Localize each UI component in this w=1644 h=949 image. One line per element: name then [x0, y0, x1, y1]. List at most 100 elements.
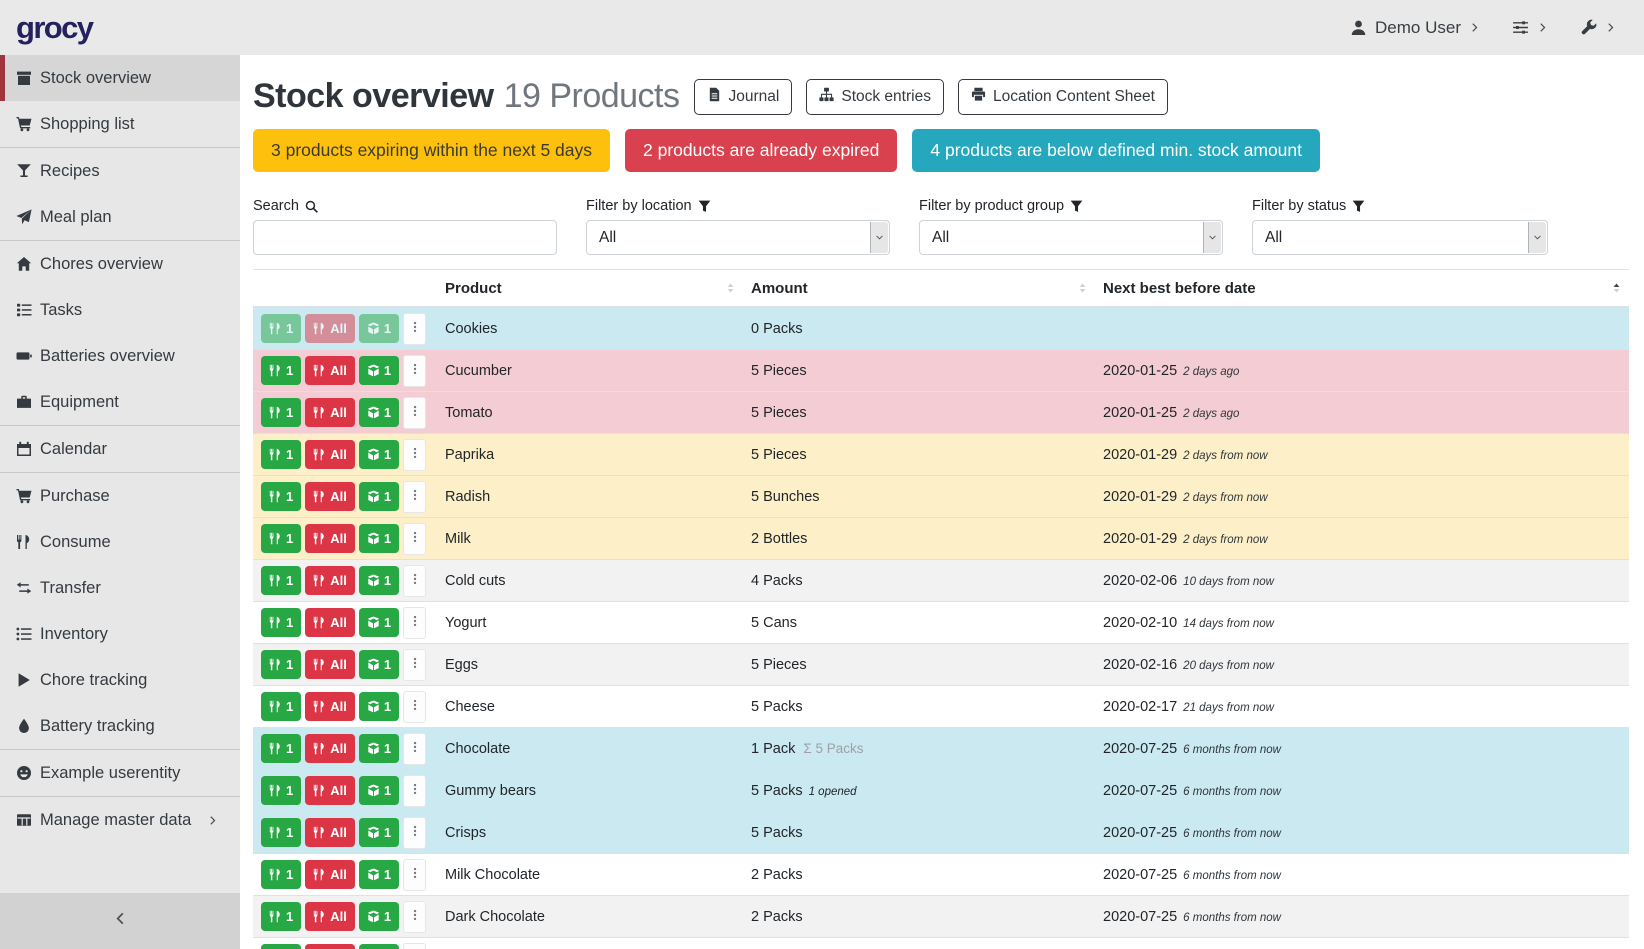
expired-alert[interactable]: 2 products are already expired — [625, 129, 897, 172]
open-one-button[interactable]: 1 — [359, 608, 399, 637]
consume-one-button[interactable]: 1 — [261, 356, 301, 385]
consume-all-button[interactable]: All — [305, 440, 355, 469]
sidebar-item-shopping-list[interactable]: Shopping list — [0, 101, 240, 147]
open-one-button[interactable]: 1 — [359, 902, 399, 931]
row-menu-button[interactable] — [403, 901, 426, 933]
consume-all-button[interactable]: All — [305, 818, 355, 847]
row-menu-button[interactable] — [403, 439, 426, 471]
consume-all-button[interactable]: All — [305, 482, 355, 511]
consume-all-button[interactable]: All — [305, 356, 355, 385]
consume-one-button[interactable]: 1 — [261, 440, 301, 469]
row-menu-button[interactable] — [403, 817, 426, 849]
consume-one-button[interactable]: 1 — [261, 608, 301, 637]
row-menu-button[interactable] — [403, 523, 426, 555]
row-menu-button[interactable] — [403, 943, 426, 949]
consume-all-button[interactable]: All — [305, 734, 355, 763]
open-one-button[interactable]: 1 — [359, 482, 399, 511]
sidebar-item-tasks[interactable]: Tasks — [0, 287, 240, 333]
consume-all-button[interactable]: All — [305, 776, 355, 805]
open-one-button[interactable]: 1 — [359, 398, 399, 427]
settings-menu[interactable] — [1512, 19, 1548, 36]
sidebar-item-purchase[interactable]: Purchase — [0, 473, 240, 519]
consume-all-button[interactable]: All — [305, 902, 355, 931]
consume-one-button[interactable]: 1 — [261, 314, 301, 343]
sidebar-collapse-button[interactable] — [0, 893, 240, 949]
consume-one-button[interactable]: 1 — [261, 482, 301, 511]
sidebar-item-batteries-overview[interactable]: Batteries overview — [0, 333, 240, 379]
open-one-button[interactable]: 1 — [359, 860, 399, 889]
row-menu-button[interactable] — [403, 313, 426, 345]
open-one-button[interactable]: 1 — [359, 524, 399, 553]
row-menu-button[interactable] — [403, 607, 426, 639]
open-one-button[interactable]: 1 — [359, 776, 399, 805]
consume-one-button[interactable]: 1 — [261, 398, 301, 427]
sidebar-item-transfer[interactable]: Transfer — [0, 565, 240, 611]
open-one-button[interactable]: 1 — [359, 440, 399, 469]
consume-all-button[interactable]: All — [305, 944, 355, 949]
sidebar-item-equipment[interactable]: Equipment — [0, 379, 240, 425]
below-min-stock-alert[interactable]: 4 products are below defined min. stock … — [912, 129, 1320, 172]
consume-all-button[interactable]: All — [305, 860, 355, 889]
row-menu-button[interactable] — [403, 565, 426, 597]
consume-one-button[interactable]: 1 — [261, 524, 301, 553]
consume-one-button[interactable]: 1 — [261, 566, 301, 595]
consume-one-button[interactable]: 1 — [261, 776, 301, 805]
sidebar-item-meal-plan[interactable]: Meal plan — [0, 194, 240, 240]
row-menu-button[interactable] — [403, 481, 426, 513]
open-one-button[interactable]: 1 — [359, 650, 399, 679]
open-one-button[interactable]: 1 — [359, 566, 399, 595]
sidebar-item-chores-overview[interactable]: Chores overview — [0, 241, 240, 287]
consume-all-button[interactable]: All — [305, 398, 355, 427]
open-one-button[interactable]: 1 — [359, 944, 399, 949]
consume-all-button[interactable]: All — [305, 566, 355, 595]
app-logo[interactable]: grocy — [16, 10, 92, 46]
row-menu-button[interactable] — [403, 355, 426, 387]
sidebar-item-manage-master-data[interactable]: Manage master data — [0, 797, 240, 843]
open-one-button[interactable]: 1 — [359, 734, 399, 763]
journal-button[interactable]: Journal — [694, 79, 793, 115]
open-one-button[interactable]: 1 — [359, 356, 399, 385]
open-one-button[interactable]: 1 — [359, 692, 399, 721]
sidebar-item-example-userentity[interactable]: Example userentity — [0, 750, 240, 796]
consume-all-button[interactable]: All — [305, 314, 355, 343]
product-name — [437, 938, 743, 949]
consume-all-button[interactable]: All — [305, 650, 355, 679]
status-select[interactable]: All — [1252, 220, 1548, 255]
sidebar-item-consume[interactable]: Consume — [0, 519, 240, 565]
consume-all-button[interactable]: All — [305, 692, 355, 721]
location-select[interactable]: All — [586, 220, 890, 255]
consume-one-button[interactable]: 1 — [261, 734, 301, 763]
admin-menu[interactable] — [1580, 19, 1616, 36]
consume-one-button[interactable]: 1 — [261, 860, 301, 889]
row-menu-button[interactable] — [403, 775, 426, 807]
product-column-header[interactable]: Product — [437, 270, 743, 308]
stock-entries-button[interactable]: Stock entries — [806, 79, 944, 115]
sidebar-item-inventory[interactable]: Inventory — [0, 611, 240, 657]
consume-one-button[interactable]: 1 — [261, 692, 301, 721]
amount-column-header[interactable]: Amount — [743, 270, 1095, 308]
row-menu-button[interactable] — [403, 733, 426, 765]
row-menu-button[interactable] — [403, 397, 426, 429]
sidebar-item-battery-tracking[interactable]: Battery tracking — [0, 703, 240, 749]
sidebar-item-recipes[interactable]: Recipes — [0, 148, 240, 194]
consume-one-button[interactable]: 1 — [261, 944, 301, 949]
user-menu[interactable]: Demo User — [1350, 18, 1480, 38]
consume-one-button[interactable]: 1 — [261, 818, 301, 847]
consume-all-button[interactable]: All — [305, 608, 355, 637]
consume-all-button[interactable]: All — [305, 524, 355, 553]
consume-one-button[interactable]: 1 — [261, 650, 301, 679]
search-input[interactable] — [253, 220, 557, 255]
row-menu-button[interactable] — [403, 859, 426, 891]
best-before-column-header[interactable]: Next best before date — [1095, 270, 1629, 308]
row-menu-button[interactable] — [403, 691, 426, 723]
row-menu-button[interactable] — [403, 649, 426, 681]
sidebar-item-calendar[interactable]: Calendar — [0, 426, 240, 472]
sidebar-item-stock-overview[interactable]: Stock overview — [0, 55, 240, 101]
consume-one-button[interactable]: 1 — [261, 902, 301, 931]
expiring-alert[interactable]: 3 products expiring within the next 5 da… — [253, 129, 610, 172]
open-one-button[interactable]: 1 — [359, 818, 399, 847]
open-one-button[interactable]: 1 — [359, 314, 399, 343]
product-group-select[interactable]: All — [919, 220, 1223, 255]
sidebar-item-chore-tracking[interactable]: Chore tracking — [0, 657, 240, 703]
location-content-sheet-button[interactable]: Location Content Sheet — [958, 79, 1168, 115]
